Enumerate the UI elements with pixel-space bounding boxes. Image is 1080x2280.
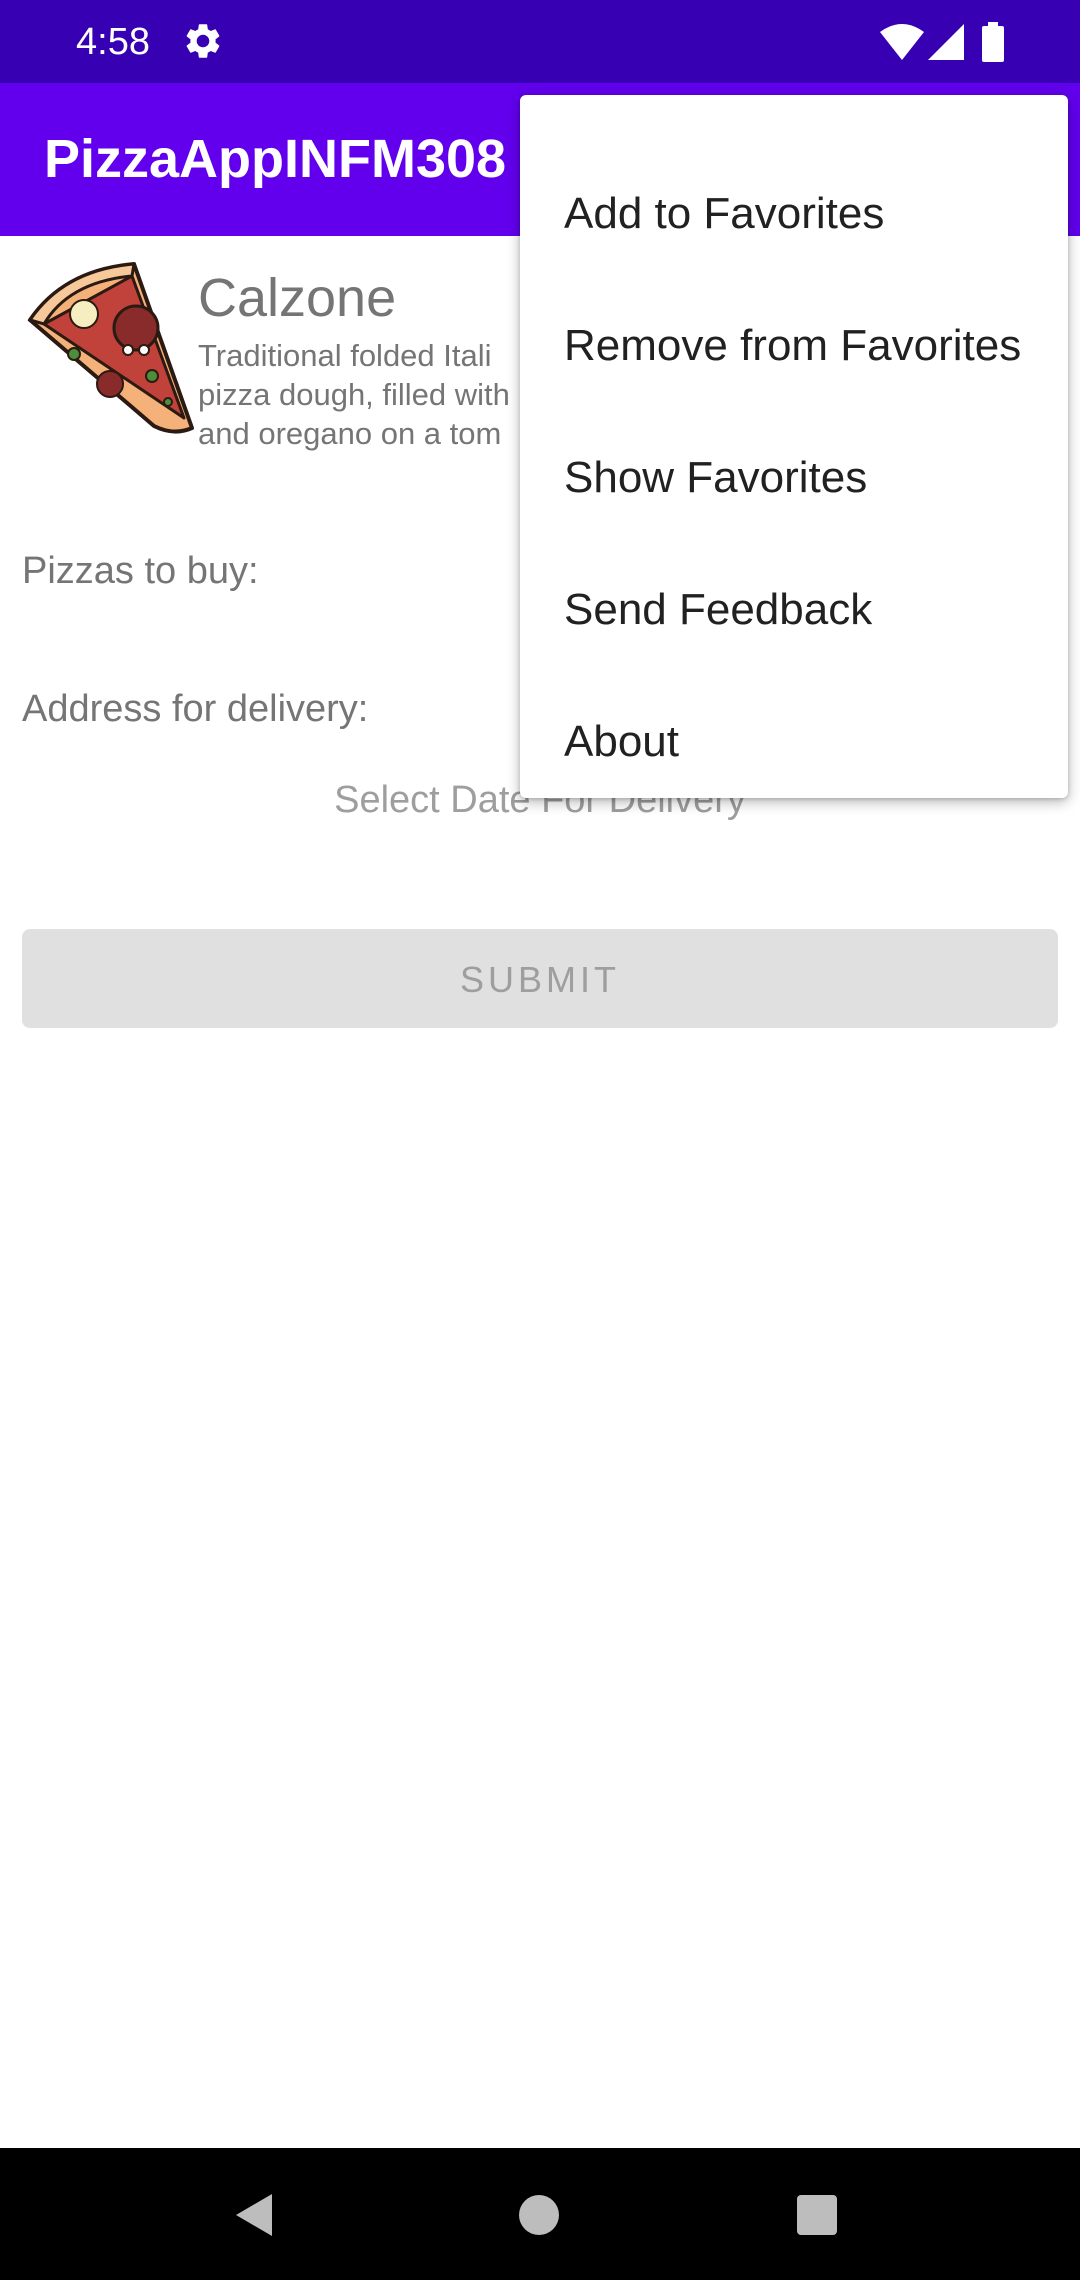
back-icon[interactable] [232, 2190, 282, 2240]
menu-item-send-feedback[interactable]: Send Feedback [520, 544, 1068, 676]
menu-item-label: Send Feedback [564, 585, 873, 634]
navigation-bar [0, 2148, 1080, 2280]
menu-item-show-favorites[interactable]: Show Favorites [520, 412, 1068, 544]
wifi-icon [880, 24, 924, 60]
battery-icon [982, 22, 1004, 62]
menu-item-label: Add to Favorites [564, 189, 885, 238]
address-label: Address for delivery: [22, 688, 369, 730]
status-bar: 4:58 [0, 0, 1080, 83]
overflow-menu: Add to Favorites Remove from Favorites S… [520, 95, 1068, 798]
signal-icon [928, 24, 964, 60]
menu-item-add-to-favorites[interactable]: Add to Favorites [520, 148, 1068, 280]
pizza-name: Calzone [198, 268, 397, 328]
recents-icon[interactable] [796, 2194, 838, 2236]
quantity-label: Pizzas to buy: [22, 550, 259, 592]
status-time: 4:58 [76, 21, 150, 63]
submit-button[interactable]: SUBMIT [22, 929, 1058, 1028]
home-icon[interactable] [518, 2194, 560, 2236]
menu-item-label: Show Favorites [564, 453, 868, 502]
menu-item-about[interactable]: About [520, 676, 1068, 808]
gear-icon [186, 24, 220, 58]
menu-item-remove-from-favorites[interactable]: Remove from Favorites [520, 280, 1068, 412]
app-title: PizzaAppINFM308 [44, 129, 507, 189]
menu-item-label: About [564, 717, 679, 766]
menu-item-label: Remove from Favorites [564, 321, 1022, 370]
pizza-slice-image [27, 262, 194, 434]
